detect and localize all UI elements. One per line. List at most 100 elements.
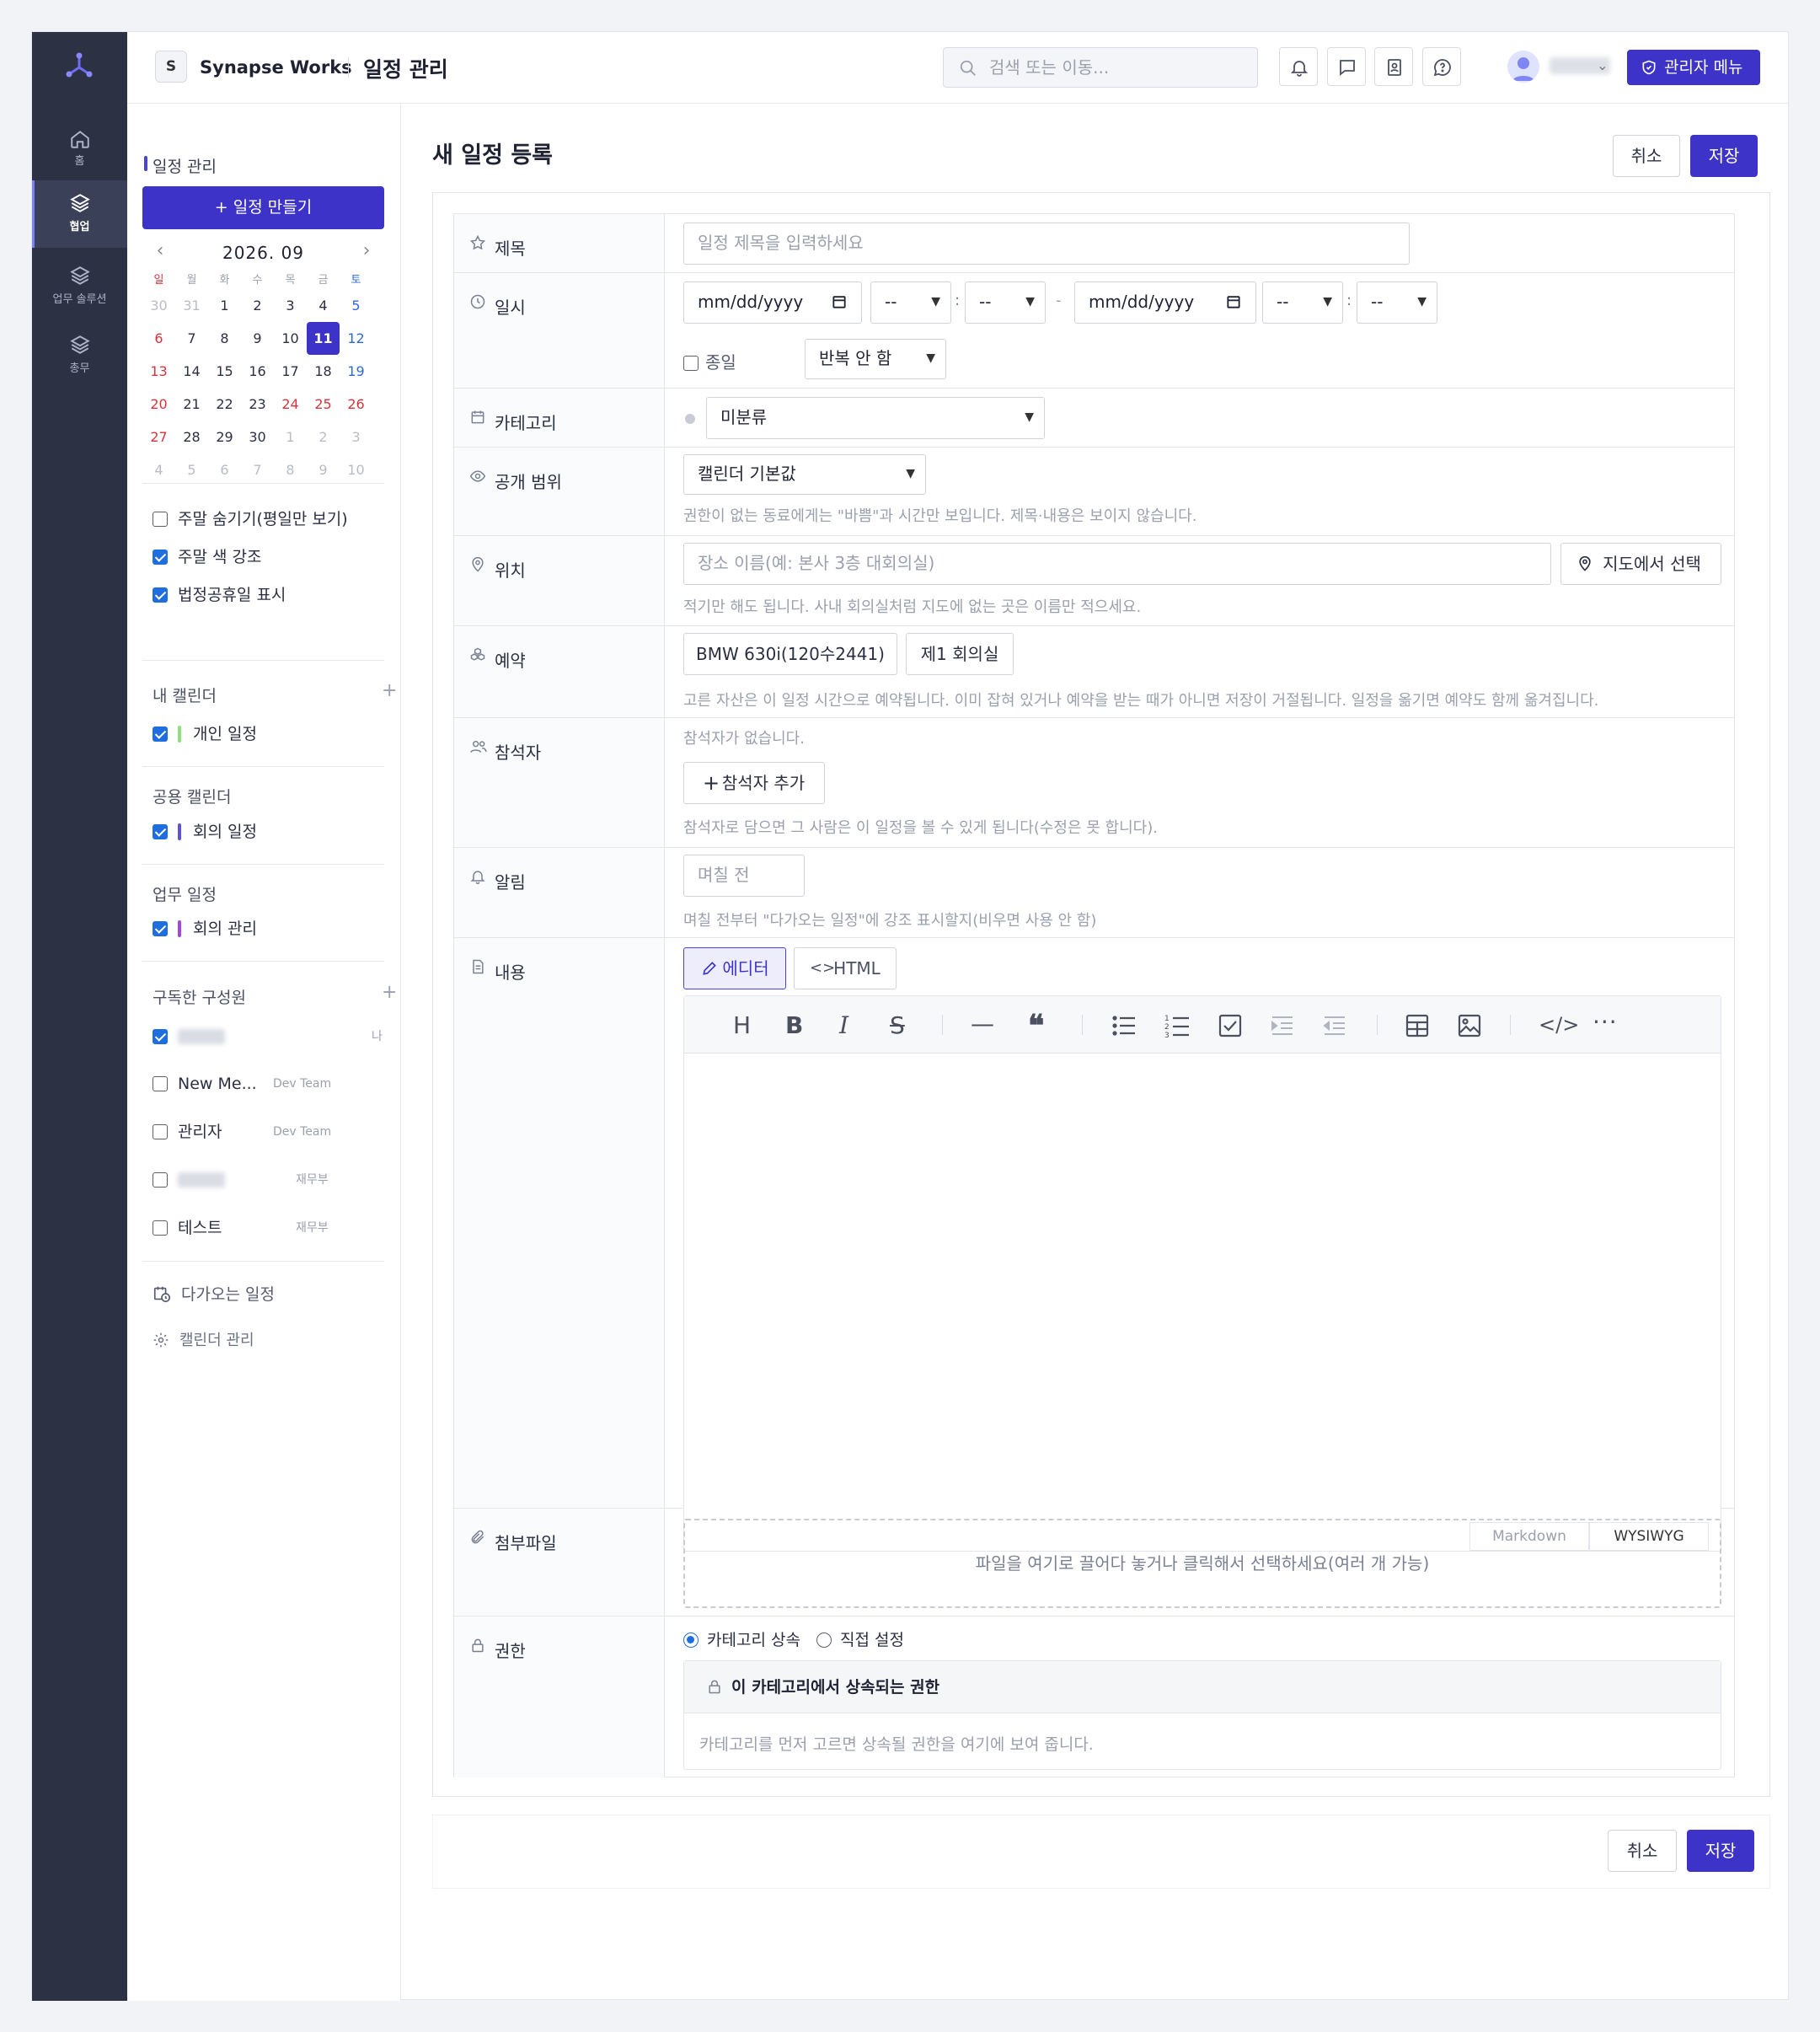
bold-icon[interactable]: B [785,1011,803,1039]
day-cell[interactable]: 29 [208,421,241,453]
day-cell-today[interactable]: 11 [307,322,340,355]
brand-name[interactable]: Synapse Works [200,57,352,78]
day-cell[interactable]: 28 [175,421,208,453]
calendar-item-meetings[interactable]: 회의 일정 [153,821,257,843]
day-cell[interactable]: 27 [142,421,175,453]
save-button[interactable]: 저장 [1690,135,1758,177]
calendar-settings-link[interactable]: 캘린더 관리 [153,1328,254,1350]
start-minute-select[interactable]: -- ▼ [965,281,1046,324]
heading-icon[interactable]: H [733,1011,751,1039]
start-hour-select[interactable]: -- ▼ [870,281,951,324]
checkbox[interactable] [153,1029,168,1044]
brand-badge[interactable]: S [155,51,187,83]
day-cell[interactable]: 22 [208,388,241,421]
editor-body[interactable] [684,1054,1721,1522]
day-cell[interactable]: 9 [241,322,274,355]
contacts-button[interactable] [1374,47,1413,86]
visibility-select[interactable]: 캘린더 기본값 ▼ [683,454,926,495]
horizontal-rule-icon[interactable]: — [971,1010,994,1037]
day-cell[interactable]: 16 [241,355,274,388]
outdent-icon[interactable] [1323,1016,1346,1036]
title-input[interactable]: 일정 제목을 입력하세요 [683,223,1410,265]
start-date-input[interactable]: mm/dd/yyyy [683,281,862,324]
day-cell[interactable]: 2 [241,289,274,322]
checkbox[interactable] [153,824,168,839]
create-event-button[interactable]: + 일정 만들기 [142,186,384,229]
day-cell[interactable]: 13 [142,355,175,388]
search-input[interactable]: 검색 또는 이동... [943,47,1258,88]
day-cell[interactable]: 9 [307,453,340,486]
calendar-item-meeting-admin[interactable]: 회의 관리 [153,918,257,940]
end-date-input[interactable]: mm/dd/yyyy [1074,281,1256,324]
day-cell[interactable]: 30 [142,289,175,322]
day-cell[interactable]: 8 [208,322,241,355]
rail-item-general-affairs[interactable]: 총무 [32,329,127,388]
permission-custom-option[interactable]: 직접 설정 [816,1627,904,1650]
add-attendee-button[interactable]: + 참석자 추가 [683,762,825,804]
day-cell[interactable]: 20 [142,388,175,421]
day-cell[interactable]: 8 [274,453,307,486]
day-cell[interactable]: 23 [241,388,274,421]
code-block-icon[interactable]: </> [1539,1013,1579,1037]
end-hour-select[interactable]: -- ▼ [1262,281,1343,324]
day-cell[interactable]: 5 [340,289,372,322]
day-cell[interactable]: 3 [274,289,307,322]
all-day-option[interactable]: 종일 [683,349,736,373]
bullet-list-icon[interactable] [1112,1015,1136,1037]
file-dropzone[interactable]: 파일을 여기로 끌어다 놓거나 클릭해서 선택하세요(여러 개 가능) [683,1519,1721,1608]
day-cell[interactable]: 17 [274,355,307,388]
day-cell[interactable]: 15 [208,355,241,388]
day-cell[interactable]: 12 [340,322,372,355]
tab-editor[interactable]: 에디터 [683,947,786,989]
day-cell[interactable]: 2 [307,421,340,453]
day-cell[interactable]: 1 [274,421,307,453]
hide-weekends-option[interactable]: 주말 숨기기(평일만 보기) [153,508,348,530]
checkbox[interactable] [153,587,168,603]
numbered-list-icon[interactable]: 123 [1164,1013,1190,1038]
alarm-days-input[interactable]: 며칠 전 [683,855,805,897]
indent-icon[interactable] [1271,1016,1294,1036]
more-icon[interactable]: ··· [1592,1008,1618,1036]
messages-button[interactable] [1327,47,1366,86]
day-cell[interactable]: 10 [274,322,307,355]
save-button[interactable]: 저장 [1687,1830,1754,1872]
checkbox[interactable] [683,356,699,371]
quote-icon[interactable]: ❝ [1028,1008,1044,1043]
day-cell[interactable]: 3 [340,421,372,453]
category-select[interactable]: 미분류 ▼ [706,397,1045,439]
admin-menu-button[interactable]: 관리자 메뉴 [1627,50,1760,85]
day-cell[interactable]: 7 [241,453,274,486]
italic-icon[interactable]: I [839,1011,848,1039]
add-member-icon[interactable]: + [382,982,397,1003]
day-cell[interactable]: 19 [340,355,372,388]
member-item[interactable]: 재무부 [153,1169,384,1191]
rail-item-collab[interactable]: 협업 [32,180,127,248]
member-item[interactable]: New Me... Dev Team [153,1073,384,1095]
rail-item-work-solution[interactable]: 업무 솔루션 [32,260,127,319]
checkbox[interactable] [153,726,168,742]
checkbox[interactable] [153,1076,168,1091]
checkbox[interactable] [153,512,168,527]
day-cell-holiday[interactable]: 26 [340,388,372,421]
radio[interactable] [683,1633,699,1648]
add-calendar-icon[interactable]: + [382,680,397,701]
image-icon[interactable] [1458,1014,1481,1037]
checkbox[interactable] [153,1220,168,1236]
day-cell[interactable]: 5 [175,453,208,486]
day-cell[interactable]: 7 [175,322,208,355]
member-item[interactable]: 관리자 Dev Team [153,1121,384,1143]
day-cell[interactable]: 1 [208,289,241,322]
day-cell[interactable]: 10 [340,453,372,486]
notifications-button[interactable] [1279,47,1318,86]
checkbox[interactable] [153,921,168,936]
day-cell-holiday[interactable]: 25 [307,388,340,421]
checkbox[interactable] [153,550,168,565]
day-cell[interactable]: 4 [142,453,175,486]
upcoming-events-link[interactable]: 다가오는 일정 [153,1282,275,1305]
rail-item-home[interactable]: 홈 [32,118,127,185]
repeat-select[interactable]: 반복 안 함 ▼ [805,339,946,379]
member-item[interactable]: 테스트 재무부 [153,1217,384,1239]
day-cell[interactable]: 6 [142,322,175,355]
checkbox[interactable] [153,1124,168,1139]
member-item[interactable]: 나 [153,1026,384,1048]
